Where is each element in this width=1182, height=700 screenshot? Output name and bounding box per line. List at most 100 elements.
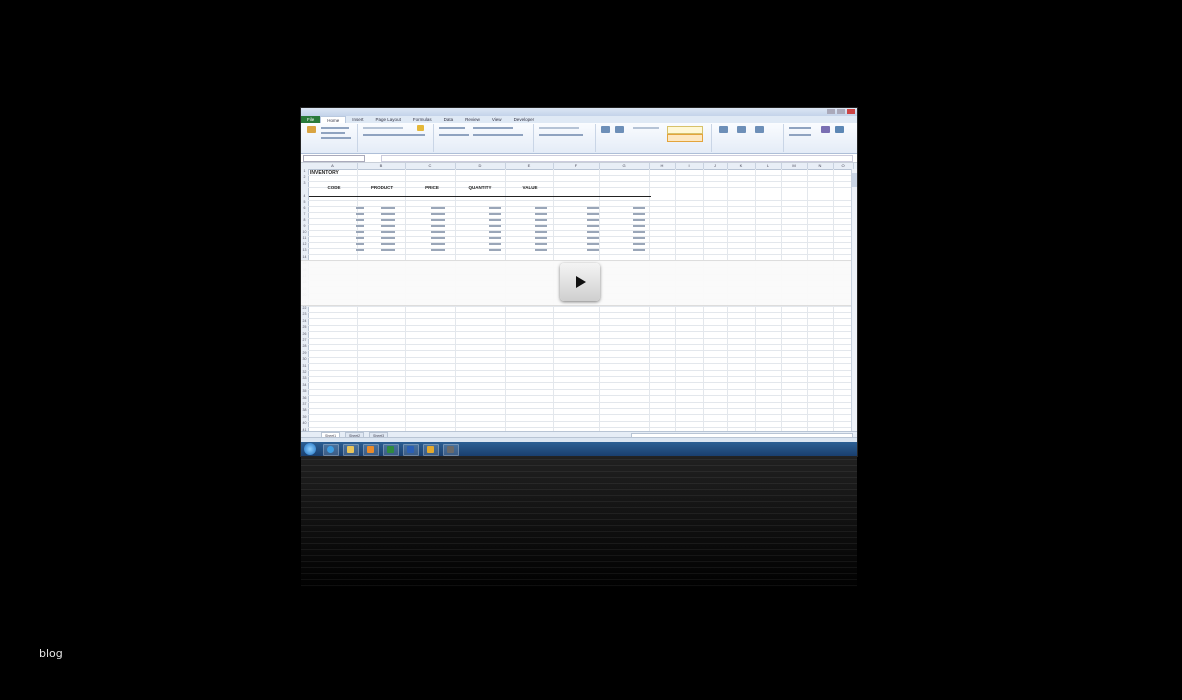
conditional-formatting-icon[interactable] (601, 126, 610, 133)
format-cells-icon[interactable] (755, 126, 764, 133)
table-cell[interactable] (633, 243, 645, 245)
ie-icon[interactable] (323, 444, 339, 456)
row-number[interactable]: 26 (301, 332, 308, 336)
row-number[interactable]: 40 (301, 421, 308, 425)
table-cell[interactable] (356, 237, 364, 239)
row-number[interactable]: 13 (301, 248, 308, 252)
table-cell[interactable] (489, 237, 501, 239)
row-number[interactable]: 11 (301, 236, 308, 240)
table-cell[interactable] (489, 219, 501, 221)
column-header[interactable]: L (755, 163, 782, 169)
table-cell[interactable] (381, 213, 395, 215)
video-thumbnail[interactable]: File Home Insert Page Layout Formulas Da… (301, 108, 857, 456)
table-cell[interactable] (633, 207, 645, 209)
table-cell[interactable] (535, 219, 547, 221)
row-number[interactable]: 33 (301, 376, 308, 380)
table-cell[interactable] (356, 225, 364, 227)
table-cell[interactable] (356, 219, 364, 221)
column-header[interactable]: J (703, 163, 728, 169)
column-header[interactable]: B (357, 163, 406, 169)
table-cell[interactable] (535, 213, 547, 215)
table-cell[interactable] (489, 243, 501, 245)
table-cell[interactable] (535, 231, 547, 233)
folder-icon[interactable] (343, 444, 359, 456)
table-cell[interactable] (633, 237, 645, 239)
table-cell[interactable] (489, 249, 501, 251)
table-cell[interactable] (381, 243, 395, 245)
table-cell[interactable] (489, 231, 501, 233)
table-cell[interactable] (535, 207, 547, 209)
table-cell[interactable] (356, 231, 364, 233)
tab-page-layout[interactable]: Page Layout (370, 116, 407, 123)
table-cell[interactable] (633, 219, 645, 221)
row-number[interactable]: 8 (301, 218, 308, 222)
row-number[interactable]: 12 (301, 242, 308, 246)
row-number[interactable]: 35 (301, 389, 308, 393)
minimize-button[interactable] (827, 109, 835, 114)
find-select-icon[interactable] (835, 126, 844, 133)
format-as-table-icon[interactable] (615, 126, 624, 133)
table-cell[interactable] (633, 231, 645, 233)
formula-input[interactable] (381, 155, 853, 162)
paste-icon[interactable] (307, 126, 316, 133)
start-button[interactable] (304, 443, 316, 455)
column-header[interactable]: K (727, 163, 756, 169)
sort-filter-icon[interactable] (821, 126, 830, 133)
table-cell[interactable] (489, 207, 501, 209)
table-cell[interactable] (431, 219, 445, 221)
row-number[interactable]: 5 (301, 200, 308, 204)
table-cell[interactable] (587, 231, 599, 233)
table-cell[interactable] (587, 237, 599, 239)
row-number[interactable]: 23 (301, 312, 308, 316)
close-button[interactable] (847, 109, 855, 114)
table-cell[interactable] (535, 237, 547, 239)
row-number[interactable]: 30 (301, 357, 308, 361)
row-number[interactable]: 25 (301, 325, 308, 329)
column-header[interactable]: H (649, 163, 676, 169)
row-number[interactable]: 27 (301, 338, 308, 342)
play-button[interactable] (560, 263, 600, 301)
tab-view[interactable]: View (486, 116, 508, 123)
tab-formulas[interactable]: Formulas (407, 116, 438, 123)
row-number[interactable]: 10 (301, 230, 308, 234)
table-cell[interactable] (381, 237, 395, 239)
fill-color-icon[interactable] (417, 125, 424, 131)
row-number[interactable]: 7 (301, 212, 308, 216)
table-cell[interactable] (587, 249, 599, 251)
row-number[interactable]: 22 (301, 306, 308, 310)
row-number[interactable]: 28 (301, 344, 308, 348)
column-header[interactable]: D (455, 163, 506, 169)
row-number[interactable]: 14 (301, 255, 308, 259)
table-cell[interactable] (381, 249, 395, 251)
excel-icon[interactable] (383, 444, 399, 456)
table-cell[interactable] (431, 237, 445, 239)
row-number[interactable]: 1 (301, 169, 308, 173)
row-number[interactable]: 4 (301, 194, 308, 198)
table-cell[interactable] (587, 213, 599, 215)
row-number[interactable]: 34 (301, 383, 308, 387)
table-cell[interactable] (381, 207, 395, 209)
cell-style-box[interactable] (667, 134, 703, 142)
table-cell[interactable] (431, 249, 445, 251)
column-header[interactable]: M (781, 163, 808, 169)
row-number[interactable]: 9 (301, 224, 308, 228)
column-header[interactable]: G (599, 163, 650, 169)
table-cell[interactable] (431, 231, 445, 233)
column-header[interactable]: C (405, 163, 456, 169)
tab-data[interactable]: Data (438, 116, 460, 123)
table-cell[interactable] (587, 243, 599, 245)
row-number[interactable]: 36 (301, 396, 308, 400)
row-number[interactable]: 3 (301, 181, 308, 185)
column-header[interactable]: A (308, 163, 358, 169)
row-number[interactable]: 39 (301, 415, 308, 419)
table-cell[interactable] (535, 243, 547, 245)
table-cell[interactable] (489, 213, 501, 215)
word-icon[interactable] (403, 444, 419, 456)
delete-cells-icon[interactable] (737, 126, 746, 133)
cell-style-box[interactable] (667, 126, 703, 134)
row-number[interactable]: 31 (301, 364, 308, 368)
tab-file[interactable]: File (301, 116, 321, 123)
table-cell[interactable] (431, 213, 445, 215)
maximize-button[interactable] (837, 109, 845, 114)
table-cell[interactable] (587, 219, 599, 221)
